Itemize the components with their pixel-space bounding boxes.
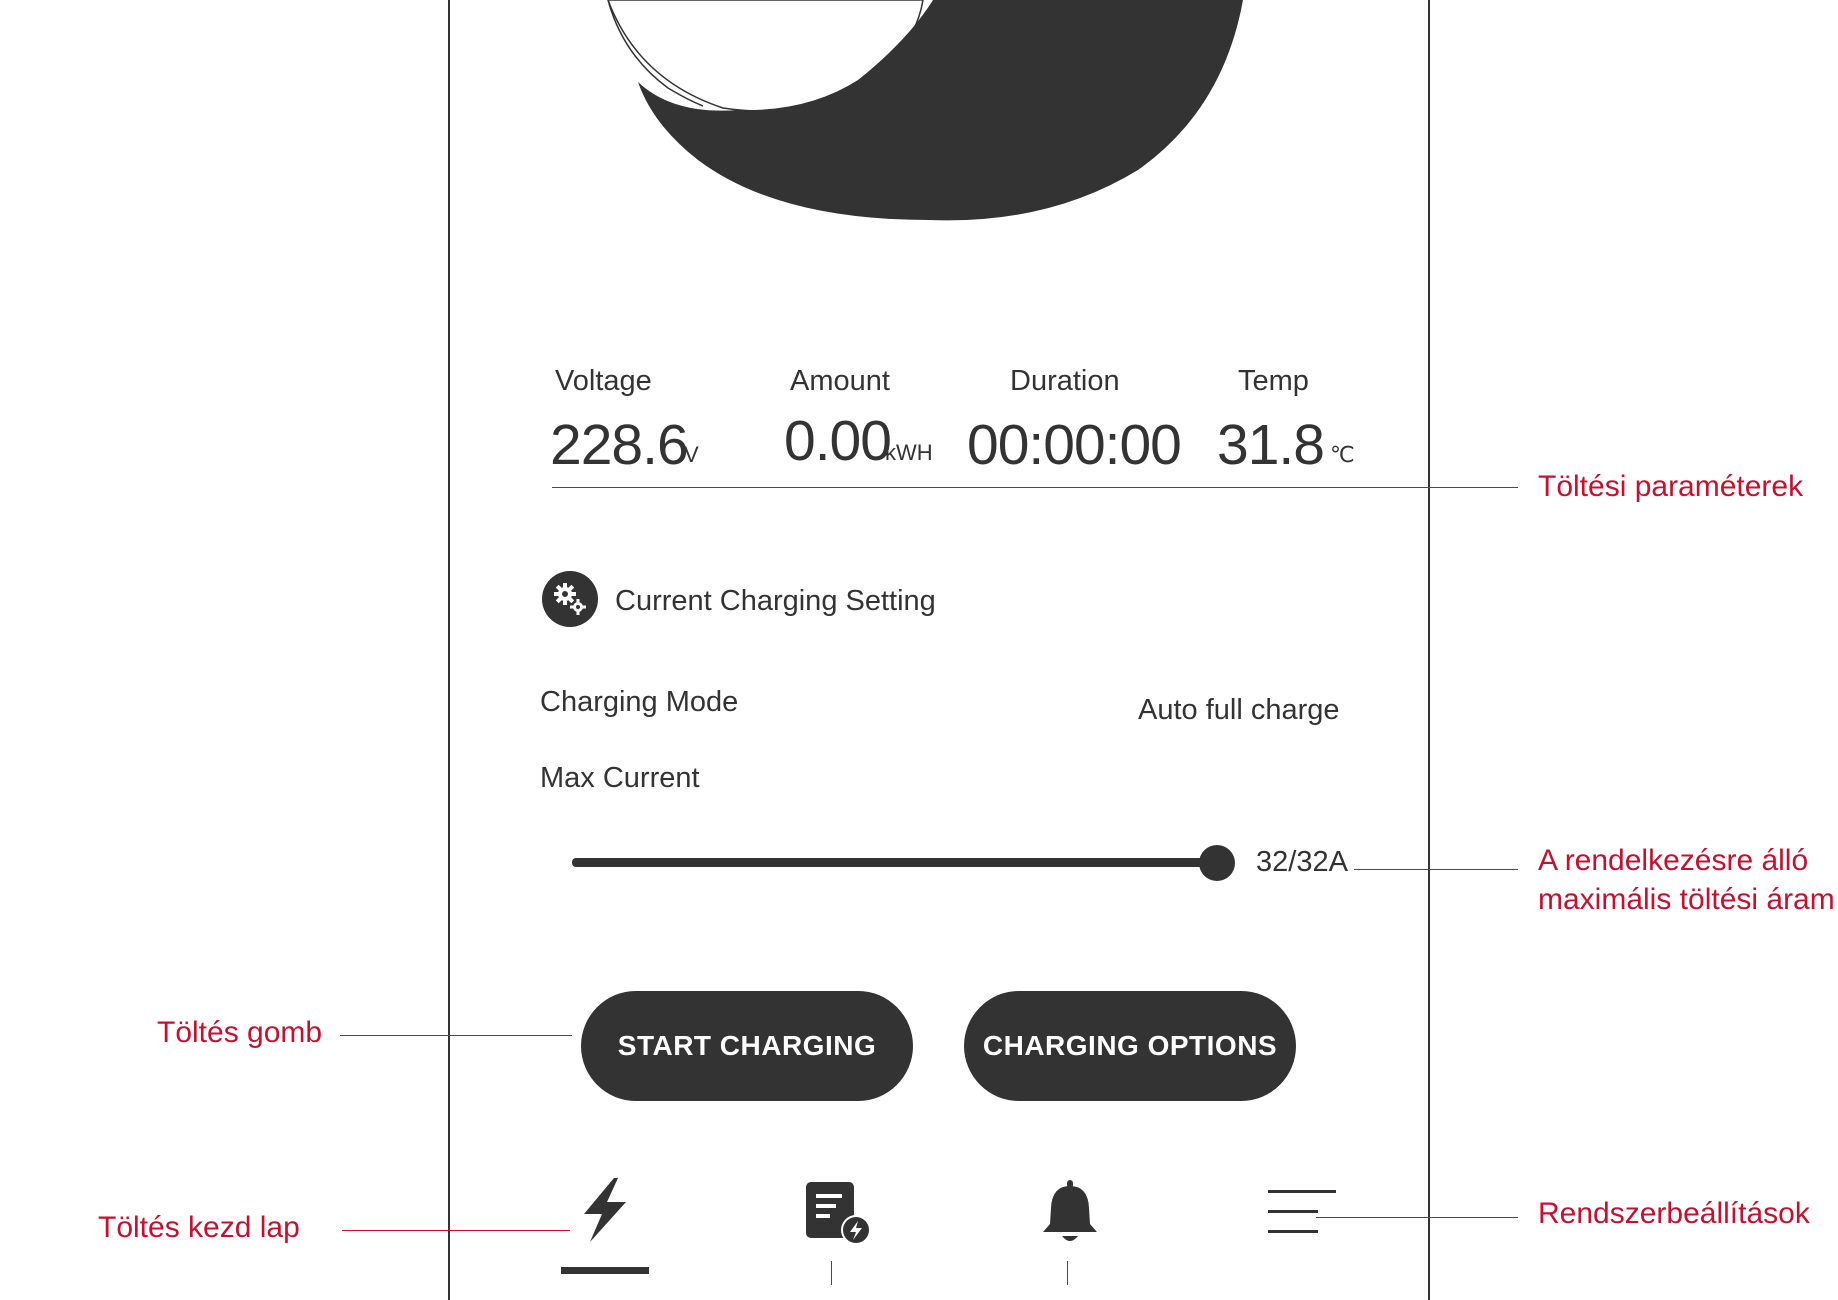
temp-value: 31.8 <box>1217 413 1325 477</box>
start-button-annotation: Töltés gomb <box>157 1016 323 1049</box>
bell-icon[interactable] <box>1040 1180 1100 1244</box>
charging-mode-value[interactable]: Auto full charge <box>1138 694 1340 727</box>
menu-icon[interactable] <box>1268 1190 1338 1234</box>
params-annotation: Töltési paraméterek <box>1538 470 1804 503</box>
charging-options-button[interactable]: CHARGING OPTIONS <box>964 991 1296 1101</box>
temp-label: Temp <box>1238 365 1309 397</box>
params-annotation-line <box>552 487 1518 488</box>
record-annotation-line <box>831 1261 832 1285</box>
settings-title: Current Charging Setting <box>615 585 936 617</box>
voltage-value: 228.6 <box>550 413 689 477</box>
max-current-label: Max Current <box>540 762 700 794</box>
max-current-slider-thumb[interactable] <box>1199 845 1235 881</box>
settings-annotation-line <box>1316 1217 1518 1218</box>
temp-unit: ℃ <box>1330 442 1355 467</box>
duration-value: 00:00:00 <box>967 413 1182 477</box>
max-current-annotation-line <box>1354 869 1518 870</box>
settings-annotation: Rendszerbeállítások <box>1538 1197 1810 1230</box>
amount-unit: kWH <box>885 440 933 465</box>
max-current-slider-track[interactable] <box>572 858 1216 867</box>
charging-gauge-graphic <box>607 0 1243 221</box>
charging-mode-label: Charging Mode <box>540 686 739 718</box>
settings-gear-icon <box>542 571 598 627</box>
start-button-annotation-line <box>340 1035 572 1036</box>
active-tab-indicator <box>561 1267 649 1274</box>
voltage-unit: V <box>684 442 699 467</box>
home-annotation-line <box>342 1230 570 1231</box>
duration-label: Duration <box>1010 365 1120 397</box>
bell-annotation-line <box>1067 1261 1068 1285</box>
voltage-label: Voltage <box>555 365 652 397</box>
amount-label: Amount <box>790 365 890 397</box>
charging-record-icon[interactable] <box>804 1182 874 1246</box>
amount-value: 0.00 <box>784 409 892 473</box>
lightning-icon[interactable] <box>578 1178 632 1242</box>
start-charging-button[interactable]: START CHARGING <box>581 991 913 1101</box>
max-current-annotation-line1: A rendelkezésre álló <box>1538 844 1809 877</box>
current-value: 32/32A <box>1256 846 1348 878</box>
home-annotation: Töltés kezd lap <box>98 1211 300 1244</box>
max-current-annotation-line2: maximális töltési áram <box>1538 883 1835 916</box>
